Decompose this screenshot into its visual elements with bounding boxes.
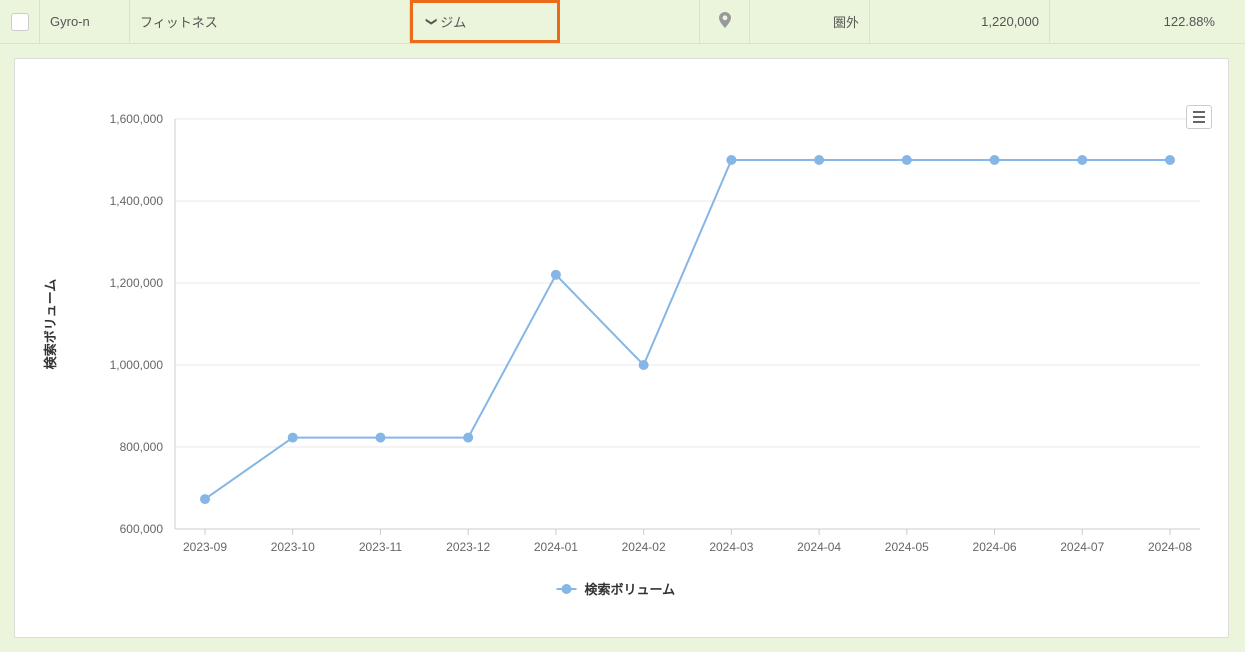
- svg-text:1,400,000: 1,400,000: [110, 194, 164, 208]
- svg-text:800,000: 800,000: [120, 440, 164, 454]
- cell-volume-value: 1,220,000: [981, 14, 1039, 29]
- svg-text:2024-05: 2024-05: [885, 540, 929, 554]
- chart-menu-button[interactable]: [1186, 105, 1212, 129]
- cell-volume: 1,220,000: [870, 0, 1050, 43]
- svg-text:2024-03: 2024-03: [709, 540, 753, 554]
- svg-text:2023-10: 2023-10: [271, 540, 315, 554]
- svg-text:2024-07: 2024-07: [1060, 540, 1104, 554]
- cell-percent-value: 122.88%: [1164, 14, 1215, 29]
- svg-text:2024-06: 2024-06: [973, 540, 1017, 554]
- row-checkbox[interactable]: [11, 13, 29, 31]
- svg-text:2024-01: 2024-01: [534, 540, 578, 554]
- cell-percent: 122.88%: [1050, 0, 1245, 43]
- data-row: Gyro-n フィットネス ❮ ジム 圏外 1,220,000 122.88%: [0, 0, 1245, 44]
- row-checkbox-cell: [0, 0, 40, 43]
- cell-group: フィットネス: [130, 0, 410, 43]
- svg-text:2023-12: 2023-12: [446, 540, 490, 554]
- chevron-down-icon: ❮: [426, 17, 437, 26]
- svg-text:2024-04: 2024-04: [797, 540, 841, 554]
- svg-text:検索ボリューム: 検索ボリューム: [585, 582, 676, 597]
- chart-svg: 600,000 800,000 1,000,000 1,200,000 1,400,00…: [15, 59, 1229, 638]
- cell-rank-value: 圏外: [833, 12, 859, 31]
- cell-group-value: フィットネス: [140, 12, 218, 31]
- pin-icon: [718, 12, 732, 31]
- keyword-value: ジム: [440, 12, 466, 31]
- svg-text:検索ボリューム: 検索ボリューム: [43, 279, 58, 370]
- svg-text:1,600,000: 1,600,000: [110, 112, 164, 126]
- chart-card: 600,000 800,000 1,000,000 1,200,000 1,400,00…: [14, 58, 1229, 638]
- svg-text:1,000,000: 1,000,000: [110, 358, 164, 372]
- svg-text:2023-11: 2023-11: [359, 540, 402, 554]
- cell-keyword: ❮ ジム: [410, 0, 700, 43]
- cell-name: Gyro-n: [40, 0, 130, 43]
- keyword-toggle[interactable]: ❮ ジム: [410, 0, 560, 43]
- svg-text:600,000: 600,000: [120, 522, 164, 536]
- chart-panel-wrap: 600,000 800,000 1,000,000 1,200,000 1,400,00…: [0, 44, 1245, 652]
- cell-name-value: Gyro-n: [50, 14, 90, 29]
- svg-text:2024-08: 2024-08: [1148, 540, 1192, 554]
- svg-text:2024-02: 2024-02: [622, 540, 666, 554]
- svg-text:1,200,000: 1,200,000: [110, 276, 164, 290]
- svg-text:2023-09: 2023-09: [183, 540, 227, 554]
- cell-location: [700, 0, 750, 43]
- cell-rank: 圏外: [750, 0, 870, 43]
